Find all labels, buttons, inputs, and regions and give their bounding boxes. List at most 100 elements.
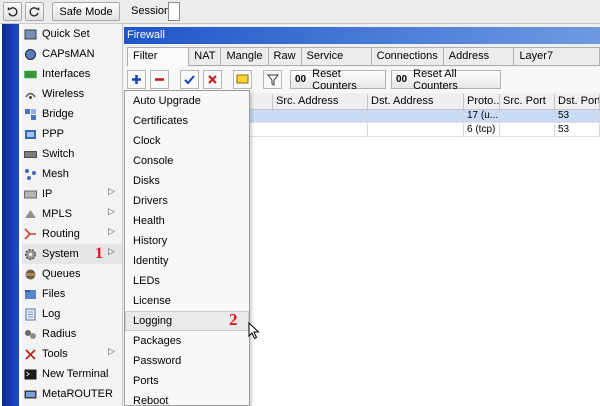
menu-item-history[interactable]: History — [125, 231, 249, 251]
sidebar-item-quick-set[interactable]: Quick Set — [22, 24, 122, 44]
menu-item-clock[interactable]: Clock — [125, 131, 249, 151]
sidebar-item-label: Wireless — [42, 88, 85, 100]
reset-counters-label: Reset Counters — [312, 67, 357, 92]
sidebar-item-radius[interactable]: Radius — [22, 324, 122, 344]
menu-item-health[interactable]: Health — [125, 211, 249, 231]
column-header-dst-address[interactable]: Dst. Address — [368, 94, 464, 110]
counter-icon: 00 — [396, 74, 408, 85]
sidebar-item-label: Mesh — [42, 168, 69, 180]
plus-icon — [132, 75, 141, 84]
sidebar-item-system[interactable]: System 1 ▷ — [22, 244, 122, 264]
routing-icon — [24, 227, 37, 241]
sidebar-item-capsman[interactable]: CAPsMAN — [22, 44, 122, 64]
filter-button[interactable] — [263, 70, 282, 89]
sidebar-item-label: Quick Set — [42, 28, 90, 40]
column-header-protocol[interactable]: Proto... — [464, 94, 500, 110]
sidebar-item-mesh[interactable]: Mesh — [22, 164, 122, 184]
remove-button[interactable] — [150, 70, 169, 89]
tab-raw[interactable]: Raw — [268, 47, 302, 66]
tab-service-ports[interactable]: Service Ports — [301, 47, 372, 79]
submenu-arrow-icon: ▷ — [108, 246, 115, 256]
sidebar-item-wireless[interactable]: Wireless — [22, 84, 122, 104]
menu-item-leds[interactable]: LEDs — [125, 271, 249, 291]
window-title: Firewall — [124, 27, 600, 44]
menu-item-password[interactable]: Password — [125, 351, 249, 371]
column-header-src-port[interactable]: Src. Port — [500, 94, 555, 110]
menu-item-auto-upgrade[interactable]: Auto Upgrade — [125, 91, 249, 111]
redo-icon — [29, 7, 40, 17]
cell-protocol: 17 (u... — [464, 110, 500, 123]
redo-button[interactable] — [25, 2, 44, 21]
sidebar-item-tools[interactable]: Tools ▷ — [22, 344, 122, 364]
reset-counters-button[interactable]: 00 Reset Counters — [290, 67, 386, 92]
disable-button[interactable] — [203, 70, 222, 89]
sidebar-item-label: MetaROUTER — [42, 388, 113, 400]
counter-icon: 00 — [295, 74, 307, 85]
menu-item-ports[interactable]: Ports — [125, 371, 249, 391]
sidebar-item-ip[interactable]: IP ▷ — [22, 184, 122, 204]
sidebar-item-switch[interactable]: Switch — [22, 144, 122, 164]
add-button[interactable] — [127, 70, 146, 89]
sidebar-item-mpls[interactable]: MPLS ▷ — [22, 204, 122, 224]
sidebar-item-routing[interactable]: Routing ▷ — [22, 224, 122, 244]
cell-src-port — [500, 110, 555, 123]
session-field[interactable] — [168, 2, 180, 21]
metarouter-icon — [24, 388, 37, 401]
comment-icon — [236, 74, 249, 84]
mouse-cursor-icon — [248, 322, 260, 340]
undo-button[interactable] — [3, 2, 22, 21]
sidebar-item-bridge[interactable]: Bridge — [22, 104, 122, 124]
menu-item-certificates[interactable]: Certificates — [125, 111, 249, 131]
sidebar-item-new-terminal[interactable]: New Terminal — [22, 364, 122, 384]
session-label: Session: — [131, 5, 174, 17]
sidebar-item-label: Routing — [42, 228, 80, 240]
sidebar-item-label: Queues — [42, 268, 81, 280]
menu-item-identity[interactable]: Identity — [125, 251, 249, 271]
tab-layer7-protocols[interactable]: Layer7 Protocols — [514, 47, 600, 79]
ip-icon — [24, 188, 37, 201]
tab-connections[interactable]: Connections — [371, 47, 444, 66]
sidebar-item-log[interactable]: Log — [22, 304, 122, 324]
tab-nat[interactable]: NAT — [189, 47, 222, 66]
safe-mode-button[interactable]: Safe Mode — [52, 2, 120, 21]
tab-filter-rules[interactable]: Filter Rules — [127, 47, 190, 79]
cell-src-address — [273, 124, 368, 137]
submenu-arrow-icon: ▷ — [108, 206, 115, 216]
sidebar-item-label: PPP — [42, 128, 65, 140]
menu-item-disks[interactable]: Disks — [125, 171, 249, 191]
menu-item-packages[interactable]: Packages — [125, 331, 249, 351]
menu-item-drivers[interactable]: Drivers — [125, 191, 249, 211]
terminal-icon — [24, 368, 37, 381]
mpls-icon — [24, 208, 37, 221]
winbox-side-strip — [0, 24, 22, 406]
menu-item-reboot[interactable]: Reboot — [125, 391, 249, 406]
sidebar-item-interfaces[interactable]: Interfaces — [22, 64, 122, 84]
column-header-dst-port[interactable]: Dst. Port — [555, 94, 600, 110]
wireless-icon — [24, 88, 37, 101]
menu-item-console[interactable]: Console — [125, 151, 249, 171]
submenu-arrow-icon: ▷ — [108, 226, 115, 236]
submenu-arrow-icon: ▷ — [108, 186, 115, 196]
sidebar-item-files[interactable]: Files — [22, 284, 122, 304]
sidebar-menu: Quick Set CAPsMAN Interfaces Wireless Br… — [22, 24, 123, 406]
cell-dst-address — [368, 110, 464, 123]
top-toolbar: Safe Mode Session: — [0, 0, 600, 24]
winbox-side-strip-bar — [2, 24, 19, 406]
menu-item-license[interactable]: License — [125, 291, 249, 311]
sidebar-item-label: IP — [42, 188, 53, 200]
enable-button[interactable] — [180, 70, 199, 89]
sidebar-item-queues[interactable]: Queues — [22, 264, 122, 284]
column-header-src-address[interactable]: Src. Address — [273, 94, 368, 110]
mesh-icon — [24, 168, 37, 181]
comment-button[interactable] — [233, 70, 252, 89]
interfaces-icon — [24, 68, 37, 81]
sidebar-item-metarouter[interactable]: MetaROUTER — [22, 384, 122, 404]
bridge-icon — [24, 108, 37, 121]
reset-all-counters-button[interactable]: 00 Reset All Counters — [391, 68, 501, 92]
sidebar-item-ppp[interactable]: PPP — [22, 124, 122, 144]
tab-address-lists[interactable]: Address Lists — [443, 47, 515, 79]
filter-icon — [266, 74, 279, 86]
capsman-icon — [24, 48, 37, 61]
tab-mangle[interactable]: Mangle — [221, 47, 269, 66]
cell-dst-address — [368, 124, 464, 137]
